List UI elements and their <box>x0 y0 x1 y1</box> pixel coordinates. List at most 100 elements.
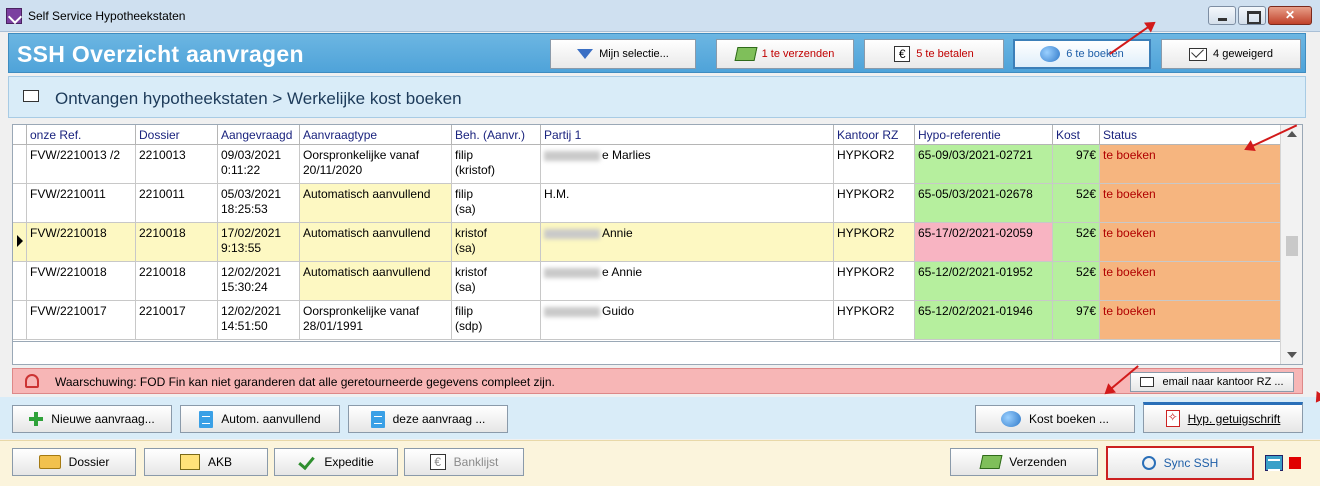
col-aangevraagd[interactable]: Aangevraagd <box>218 125 300 144</box>
col-status[interactable]: Status <box>1100 125 1281 144</box>
minimize-button[interactable] <box>1208 6 1236 25</box>
cell-status-text: te boeken <box>1103 187 1156 201</box>
cell-hypo-text: 65-12/02/2021-01946 <box>918 304 1033 318</box>
close-button[interactable] <box>1268 6 1312 25</box>
email-kantoor-button[interactable]: email naar kantoor RZ ... <box>1130 372 1294 392</box>
page-title: SSH Overzicht aanvragen <box>17 41 304 67</box>
redacted-text <box>544 306 600 317</box>
row-selector[interactable] <box>13 262 27 301</box>
cell-behandelaar-text: (sa) <box>455 202 476 216</box>
euro-icon: € <box>894 46 911 62</box>
deze-aanvraag-button[interactable]: deze aanvraag ... <box>348 405 508 433</box>
vertical-scrollbar[interactable] <box>1280 125 1302 364</box>
maximize-button[interactable] <box>1238 6 1266 25</box>
cell-status: te boeken <box>1100 301 1281 339</box>
cell-kantoor-text: HYPKOR2 <box>837 304 895 318</box>
gem-icon <box>1000 411 1021 427</box>
cell-behandelaar: kristof (sa) <box>452 223 541 261</box>
mijn-selectie-label: Mijn selectie... <box>599 48 669 60</box>
cell-behandelaar-text: filip <box>455 304 474 318</box>
cell-ref-text: FVW/2210018 <box>30 226 107 240</box>
row-selector[interactable] <box>13 145 27 184</box>
cell-kantoor: HYPKOR2 <box>834 145 915 183</box>
col-onze-ref[interactable]: onze Ref. <box>27 125 136 144</box>
cell-dossier-text: 2210018 <box>139 265 186 279</box>
cell-behandelaar-text: kristof <box>455 265 488 279</box>
cell-ref-text: FVW/2210011 <box>30 187 106 201</box>
table-row[interactable]: FVW/2210018 2210018 17/02/2021 9:13:55 Autom… <box>13 223 1281 262</box>
cell-aanvraagtype-text: 20/11/2020 <box>303 163 363 177</box>
cell-behandelaar: filip (sa) <box>452 184 541 222</box>
cell-status: te boeken <box>1100 184 1281 222</box>
cell-aangevraagd: 09/03/2021 0:11:22 <box>218 145 300 183</box>
cell-status-text: te boeken <box>1103 148 1156 162</box>
col-kantoor-rz[interactable]: Kantoor RZ <box>834 125 915 144</box>
verzenden-button[interactable]: Verzenden <box>950 448 1098 476</box>
redacted-text <box>544 267 600 278</box>
pdf-icon <box>1165 410 1180 427</box>
cell-kantoor: HYPKOR2 <box>834 262 915 300</box>
hyp-getuigschrift-label: Hyp. getuigschrift <box>1187 411 1281 426</box>
cell-status: te boeken <box>1100 262 1281 300</box>
col-aanvraagtype[interactable]: Aanvraagtype <box>300 125 452 144</box>
cell-behandelaar-text: kristof <box>455 226 488 240</box>
cell-hypo: 65-17/02/2021-02059 <box>915 223 1053 261</box>
scroll-thumb[interactable] <box>1286 236 1298 256</box>
cell-dossier: 2210018 <box>136 262 218 300</box>
cell-kantoor-text: HYPKOR2 <box>837 187 895 201</box>
email-kantoor-label: email naar kantoor RZ ... <box>1162 376 1284 388</box>
cell-status-text: te boeken <box>1103 265 1156 279</box>
col-dossier[interactable]: Dossier <box>136 125 218 144</box>
cell-hypo-text: 65-12/02/2021-01952 <box>918 265 1033 279</box>
cell-aangevraagd-text: 17/02/2021 <box>221 226 282 240</box>
te-verzenden-button[interactable]: 1 te verzenden <box>716 39 854 69</box>
cell-kantoor-text: HYPKOR2 <box>837 265 895 279</box>
cell-ref: FVW/2210017 <box>27 301 136 339</box>
geweigerd-button[interactable]: 4 geweigerd <box>1161 39 1301 69</box>
expeditie-button[interactable]: Expeditie <box>274 448 398 476</box>
akb-button[interactable]: AKB <box>144 448 268 476</box>
mijn-selectie-button[interactable]: Mijn selectie... <box>550 39 696 69</box>
cell-aangevraagd-text: 0:11:22 <box>221 163 261 177</box>
akb-label: AKB <box>207 455 232 469</box>
table-row[interactable]: FVW/2210013 /2 2210013 09/03/2021 0:11:22 Oo… <box>13 145 1281 184</box>
cell-dossier: 2210017 <box>136 301 218 339</box>
dossier-button[interactable]: Dossier <box>12 448 136 476</box>
autom-aanvullend-button[interactable]: Autom. aanvullend <box>180 405 340 433</box>
te-boeken-button[interactable]: 6 te boeken <box>1013 39 1151 69</box>
autom-aanvullend-label: Autom. aanvullend <box>221 412 321 426</box>
table-row[interactable]: FVW/2210011 2210011 05/03/2021 18:25:53 Auto… <box>13 184 1281 223</box>
row-selector[interactable] <box>13 223 27 262</box>
cell-dossier-text: 2210017 <box>139 304 186 318</box>
table-row[interactable]: FVW/2210018 2210018 12/02/2021 15:30:24 Auto… <box>13 262 1281 301</box>
cell-hypo-text: 65-17/02/2021-02059 <box>918 226 1033 240</box>
scroll-up-icon[interactable] <box>1287 131 1297 137</box>
sync-ssh-button[interactable]: Sync SSH <box>1106 446 1254 480</box>
col-partij[interactable]: Partij 1 <box>541 125 834 144</box>
cell-aangevraagd-text: 18:25:53 <box>221 202 268 216</box>
scroll-down-icon[interactable] <box>1287 352 1297 358</box>
table-row[interactable]: FVW/2210017 2210017 12/02/2021 14:51:50 Oors… <box>13 301 1281 340</box>
col-kost[interactable]: Kost <box>1053 125 1100 144</box>
gem-icon <box>1040 46 1061 62</box>
cell-kost: 52€ <box>1053 184 1100 222</box>
row-selector[interactable] <box>13 184 27 223</box>
col-behandelaar[interactable]: Beh. (Aanvr.) <box>452 125 541 144</box>
banklijst-button[interactable]: € Banklijst <box>404 448 524 476</box>
nieuwe-aanvraag-button[interactable]: Nieuwe aanvraag... <box>12 405 172 433</box>
cell-status: te boeken <box>1100 223 1281 261</box>
row-selector[interactable] <box>13 301 27 340</box>
cell-aangevraagd-text: 09/03/2021 <box>221 148 282 162</box>
cell-behandelaar-text: filip <box>455 187 474 201</box>
col-hypo-referentie[interactable]: Hypo-referentie <box>915 125 1053 144</box>
cell-kost-text: 52€ <box>1075 187 1096 201</box>
te-betalen-button[interactable]: € 5 te betalen <box>864 39 1004 69</box>
cell-kost-text: 52€ <box>1075 226 1096 240</box>
list-view-icon[interactable] <box>1265 455 1283 471</box>
cell-ref-text: FVW/2210018 <box>30 265 107 279</box>
cell-aanvraagtype: Oorspronkelijke vanaf 28/01/1991 <box>300 301 452 339</box>
kost-boeken-button[interactable]: Kost boeken ... <box>975 405 1135 433</box>
cell-aanvraagtype-text: Automatisch aanvullend <box>303 187 431 201</box>
banklijst-label: Banklijst <box>453 455 499 469</box>
hyp-getuigschrift-button[interactable]: Hyp. getuigschrift <box>1143 402 1303 433</box>
